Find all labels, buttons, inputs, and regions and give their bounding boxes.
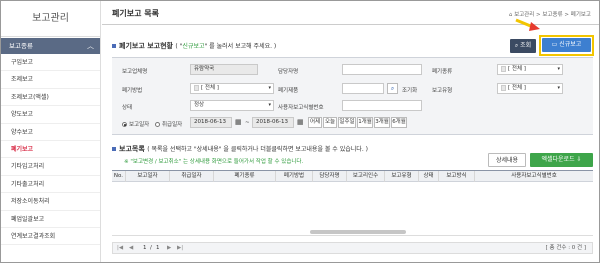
- date-separator: ~: [245, 120, 250, 126]
- sidebar-item-dispense[interactable]: 조제보고: [1, 71, 100, 89]
- status-select[interactable]: 정상 ▾: [190, 100, 274, 111]
- col-report-count[interactable]: 보고리인수: [347, 171, 385, 182]
- main-content: 폐기보고 목록 ⌂ 보고관리 > 보고종류 > 폐기보고 폐기보고 보고현황 (…: [102, 1, 599, 262]
- search-icon[interactable]: ⌕: [387, 83, 398, 94]
- breadcrumb: ⌂ 보고관리 > 보고종류 > 폐기보고: [509, 10, 591, 18]
- total-count: [ 총 건수 : 0 건 ]: [545, 245, 586, 251]
- list-note-2: ※ "보고변경 / 보고취소" 는 상세내용 화면으로 들어가서 작업 할 수 …: [124, 159, 304, 165]
- sidebar-item-closure-bulk[interactable]: 폐업일괄보고: [1, 211, 100, 228]
- product-label: 폐기제품: [278, 88, 299, 94]
- col-handle-date[interactable]: 취급일자: [170, 171, 214, 182]
- chevron-down-icon: ▾: [557, 85, 560, 91]
- col-report-date[interactable]: 보고일자: [126, 171, 170, 182]
- org-field: 유람약국: [190, 64, 258, 75]
- col-disposal-type[interactable]: 폐기종류: [214, 171, 276, 182]
- sidebar-menu: 구입보고 조제보고 조제보고(액셀) 양도보고 양수보고 폐기보고 기타입고처리…: [1, 54, 100, 246]
- excel-button-label: 엑셀다운로드: [541, 156, 575, 163]
- next-page-icon[interactable]: ▶: [167, 243, 171, 253]
- disposal-type-select[interactable]: [ 전체 ] ▾: [497, 64, 563, 75]
- status-section-title: 폐기보고 보고현황 ( "신규보고" 를 눌러서 보고해 주세요. ): [112, 41, 276, 51]
- download-icon: ⇩: [574, 156, 582, 163]
- sidebar-item-storage-move[interactable]: 저장소이동처리: [1, 193, 100, 211]
- period-week-button[interactable]: 일주일: [338, 117, 356, 128]
- manager-input[interactable]: [342, 64, 422, 75]
- page-current[interactable]: 1: [143, 243, 147, 253]
- period-1month-button[interactable]: 1개월: [357, 117, 373, 128]
- sidebar-item-purchase[interactable]: 구입보고: [1, 54, 100, 72]
- chevron-down-icon: ▾: [268, 85, 271, 91]
- new-report-button[interactable]: ▭ 신규보고: [542, 38, 591, 52]
- col-user-id[interactable]: 사용자보고식별번호: [475, 171, 593, 182]
- method-select[interactable]: [ 전체 ] ▾: [190, 83, 274, 94]
- sidebar-item-disposal[interactable]: 폐기보고: [1, 141, 100, 159]
- col-method[interactable]: 폐기방법: [276, 171, 313, 182]
- list-note: ( 목록을 선택하고 "상세내용" 을 클릭하거나 더블클릭하면 보고내용을 볼…: [147, 146, 368, 153]
- horizontal-scrollbar[interactable]: [310, 230, 406, 234]
- period-6month-button[interactable]: 6개월: [391, 117, 407, 128]
- method-label: 폐기방법: [122, 88, 143, 94]
- last-page-icon[interactable]: ▶|: [177, 243, 183, 253]
- sidebar-section-label: 보고종류: [9, 42, 33, 50]
- search-button[interactable]: ⌕ 조회: [510, 39, 536, 53]
- table-body: [112, 182, 593, 236]
- sidebar-title: 보고관리: [1, 1, 100, 37]
- sidebar-item-other-in[interactable]: 기타입고처리: [1, 158, 100, 176]
- page-title: 폐기보고 목록: [112, 9, 159, 18]
- user-id-label: 사용자보고식별번호: [278, 105, 324, 111]
- list-title-text: 보고목록: [119, 145, 145, 153]
- col-report-method[interactable]: 보고방식: [439, 171, 475, 182]
- date-from-input[interactable]: 2018-06-13: [190, 117, 232, 128]
- sidebar: 보고관리 보고종류 ︿ 구입보고 조제보고 조제보고(액셀) 양도보고 양수보고…: [1, 1, 101, 262]
- page-total: 1: [156, 245, 160, 251]
- date-radio-report[interactable]: 보고일자: [122, 122, 149, 128]
- prev-page-icon[interactable]: ◀: [129, 243, 133, 253]
- calendar-icon[interactable]: ▦: [235, 118, 242, 126]
- disposal-type-label: 폐기종류: [432, 69, 453, 75]
- report-type-label: 보고유형: [432, 88, 453, 94]
- report-type-select[interactable]: [ 전체 ] ▾: [497, 83, 563, 94]
- status-note: ( "신규보고" 를 눌러서 보고해 주세요. ): [175, 43, 277, 50]
- date-type-radio-group: 보고일자 취급일자: [122, 120, 182, 128]
- col-status[interactable]: 상태: [419, 171, 439, 182]
- sidebar-item-link-result[interactable]: 연계보고결과조회: [1, 228, 100, 246]
- period-3month-button[interactable]: 3개월: [374, 117, 390, 128]
- sidebar-item-other-out[interactable]: 기타출고처리: [1, 176, 100, 194]
- status-title-text: 폐기보고 보고현황: [119, 42, 173, 50]
- sidebar-item-receive[interactable]: 양수보고: [1, 124, 100, 141]
- date-to-input[interactable]: 2018-06-13: [252, 117, 294, 128]
- chevron-up-icon: ︿: [87, 42, 94, 50]
- date-radio-handle[interactable]: 취급일자: [155, 122, 182, 128]
- pointer-arrow-icon: [515, 18, 540, 31]
- col-manager[interactable]: 담당자명: [313, 171, 347, 182]
- calendar-icon[interactable]: ▦: [297, 118, 304, 126]
- period-yesterday-button[interactable]: 어제: [308, 117, 322, 128]
- sidebar-item-transfer[interactable]: 양도보고: [1, 106, 100, 124]
- chevron-down-icon: ▾: [268, 102, 271, 108]
- bullet-icon: [112, 147, 116, 151]
- org-label: 보고업체명: [122, 69, 148, 75]
- first-page-icon[interactable]: |◀: [117, 243, 123, 253]
- col-report-type[interactable]: 보고유형: [385, 171, 419, 182]
- detail-button[interactable]: 상세내용: [488, 153, 526, 167]
- lookup-label[interactable]: 조기화: [402, 86, 417, 94]
- table-header: No. 보고일자 취급일자 폐기종류 폐기방법 담당자명 보고리인수 보고유형 …: [112, 170, 593, 182]
- chevron-down-icon: ▾: [557, 66, 560, 72]
- manager-label: 담당자명: [278, 69, 299, 75]
- new-report-label: 신규보고: [559, 41, 582, 48]
- list-section-title: 보고목록 ( 목록을 선택하고 "상세내용" 을 클릭하거나 더블클릭하면 보고…: [112, 144, 368, 154]
- user-id-input[interactable]: [342, 100, 422, 111]
- search-form: 보고업체명 유람약국 담당자명 폐기종류 [ 전체 ] ▾ 폐기방법 [ 전체 ]…: [112, 57, 593, 135]
- period-today-button[interactable]: 오늘: [323, 117, 337, 128]
- status-label: 상태: [122, 105, 133, 111]
- sidebar-item-dispense-excel[interactable]: 조제보고(액셀): [1, 89, 100, 107]
- page-separator: /: [150, 245, 152, 251]
- search-button-label: 조회: [520, 42, 532, 49]
- bullet-icon: [112, 44, 116, 48]
- col-no[interactable]: No.: [112, 171, 126, 182]
- excel-download-button[interactable]: 엑셀다운로드 ⇩: [530, 153, 593, 167]
- pager: |◀ ◀ 1 / 1 ▶ ▶| [ 총 건수 : 0 건 ]: [112, 242, 593, 254]
- sidebar-section-header[interactable]: 보고종류 ︿: [1, 38, 100, 54]
- product-input[interactable]: [342, 83, 384, 94]
